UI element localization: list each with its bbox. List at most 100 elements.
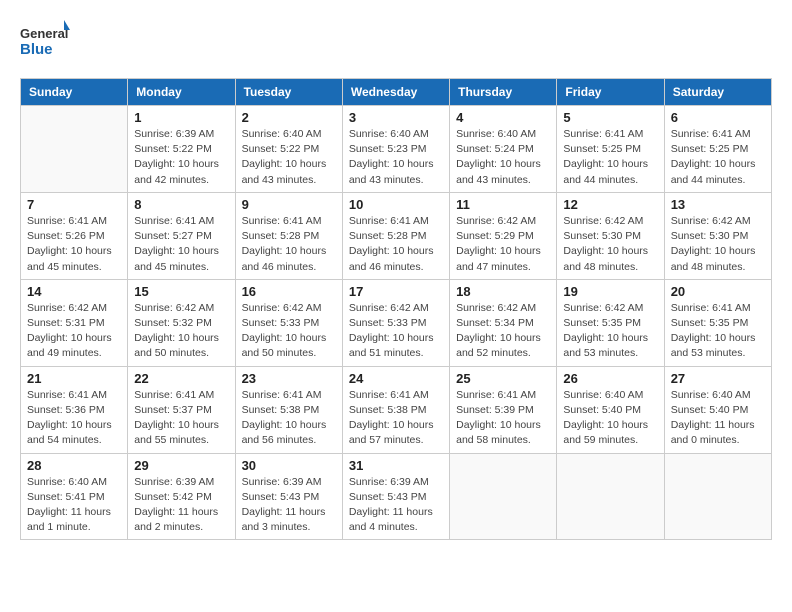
calendar-week-row: 21 Sunrise: 6:41 AMSunset: 5:36 PMDayligh… — [21, 366, 772, 453]
day-info: Sunrise: 6:42 AMSunset: 5:30 PMDaylight:… — [563, 214, 657, 275]
calendar-cell: 31 Sunrise: 6:39 AMSunset: 5:43 PMDayligh… — [342, 453, 449, 540]
calendar-cell: 11Sunrise: 6:42 AMSunset: 5:29 PMDayligh… — [450, 192, 557, 279]
day-info: Sunrise: 6:42 AMSunset: 5:30 PMDaylight:… — [671, 214, 765, 275]
calendar-cell — [21, 106, 128, 193]
calendar-cell: 30 Sunrise: 6:39 AMSunset: 5:43 PMDayligh… — [235, 453, 342, 540]
day-info: Sunrise: 6:42 AMSunset: 5:33 PMDaylight:… — [349, 301, 443, 362]
page-header: General Blue — [20, 20, 772, 62]
day-number: 8 — [134, 197, 228, 212]
svg-text:General: General — [20, 26, 68, 41]
column-header-sunday: Sunday — [21, 79, 128, 106]
day-info: Sunrise: 6:42 AMSunset: 5:32 PMDaylight:… — [134, 301, 228, 362]
day-number: 25 — [456, 371, 550, 386]
calendar-cell — [450, 453, 557, 540]
day-info: Sunrise: 6:40 AMSunset: 5:22 PMDaylight:… — [242, 127, 336, 188]
column-header-monday: Monday — [128, 79, 235, 106]
calendar-table: SundayMondayTuesdayWednesdayThursdayFrid… — [20, 78, 772, 540]
calendar-cell: 20Sunrise: 6:41 AMSunset: 5:35 PMDayligh… — [664, 279, 771, 366]
calendar-cell: 5 Sunrise: 6:41 AMSunset: 5:25 PMDaylight… — [557, 106, 664, 193]
calendar-cell: 25 Sunrise: 6:41 AMSunset: 5:39 PMDayligh… — [450, 366, 557, 453]
column-header-tuesday: Tuesday — [235, 79, 342, 106]
day-number: 29 — [134, 458, 228, 473]
day-info: Sunrise: 6:41 AMSunset: 5:25 PMDaylight:… — [563, 127, 657, 188]
column-header-wednesday: Wednesday — [342, 79, 449, 106]
day-info: Sunrise: 6:41 AMSunset: 5:28 PMDaylight:… — [242, 214, 336, 275]
day-number: 17 — [349, 284, 443, 299]
calendar-cell: 10 Sunrise: 6:41 AMSunset: 5:28 PMDayligh… — [342, 192, 449, 279]
day-number: 7 — [27, 197, 121, 212]
day-number: 28 — [27, 458, 121, 473]
calendar-week-row: 7Sunrise: 6:41 AMSunset: 5:26 PMDaylight… — [21, 192, 772, 279]
day-info: Sunrise: 6:40 AMSunset: 5:40 PMDaylight:… — [671, 388, 765, 449]
day-info: Sunrise: 6:41 AMSunset: 5:28 PMDaylight:… — [349, 214, 443, 275]
calendar-cell: 13 Sunrise: 6:42 AMSunset: 5:30 PMDayligh… — [664, 192, 771, 279]
svg-text:Blue: Blue — [20, 41, 53, 58]
day-info: Sunrise: 6:41 AMSunset: 5:37 PMDaylight:… — [134, 388, 228, 449]
day-info: Sunrise: 6:42 AMSunset: 5:31 PMDaylight:… — [27, 301, 121, 362]
calendar-cell: 27Sunrise: 6:40 AMSunset: 5:40 PMDayligh… — [664, 366, 771, 453]
day-info: Sunrise: 6:42 AMSunset: 5:34 PMDaylight:… — [456, 301, 550, 362]
calendar-week-row: 1 Sunrise: 6:39 AMSunset: 5:22 PMDaylight… — [21, 106, 772, 193]
calendar-cell: 8 Sunrise: 6:41 AMSunset: 5:27 PMDaylight… — [128, 192, 235, 279]
day-number: 22 — [134, 371, 228, 386]
calendar-cell: 24 Sunrise: 6:41 AMSunset: 5:38 PMDayligh… — [342, 366, 449, 453]
calendar-cell — [664, 453, 771, 540]
day-info: Sunrise: 6:41 AMSunset: 5:25 PMDaylight:… — [671, 127, 765, 188]
day-number: 26 — [563, 371, 657, 386]
day-info: Sunrise: 6:39 AMSunset: 5:42 PMDaylight:… — [134, 475, 228, 536]
calendar-cell: 16 Sunrise: 6:42 AMSunset: 5:33 PMDayligh… — [235, 279, 342, 366]
day-info: Sunrise: 6:41 AMSunset: 5:38 PMDaylight:… — [242, 388, 336, 449]
day-info: Sunrise: 6:40 AMSunset: 5:24 PMDaylight:… — [456, 127, 550, 188]
day-number: 21 — [27, 371, 121, 386]
calendar-cell: 18Sunrise: 6:42 AMSunset: 5:34 PMDayligh… — [450, 279, 557, 366]
day-info: Sunrise: 6:42 AMSunset: 5:29 PMDaylight:… — [456, 214, 550, 275]
day-number: 16 — [242, 284, 336, 299]
calendar-cell: 21 Sunrise: 6:41 AMSunset: 5:36 PMDayligh… — [21, 366, 128, 453]
calendar-cell: 3 Sunrise: 6:40 AMSunset: 5:23 PMDaylight… — [342, 106, 449, 193]
day-number: 2 — [242, 110, 336, 125]
day-info: Sunrise: 6:39 AMSunset: 5:43 PMDaylight:… — [349, 475, 443, 536]
day-info: Sunrise: 6:41 AMSunset: 5:36 PMDaylight:… — [27, 388, 121, 449]
day-info: Sunrise: 6:42 AMSunset: 5:35 PMDaylight:… — [563, 301, 657, 362]
day-number: 5 — [563, 110, 657, 125]
calendar-cell: 26 Sunrise: 6:40 AMSunset: 5:40 PMDayligh… — [557, 366, 664, 453]
day-info: Sunrise: 6:42 AMSunset: 5:33 PMDaylight:… — [242, 301, 336, 362]
calendar-cell: 29 Sunrise: 6:39 AMSunset: 5:42 PMDayligh… — [128, 453, 235, 540]
day-number: 15 — [134, 284, 228, 299]
column-header-saturday: Saturday — [664, 79, 771, 106]
day-number: 4 — [456, 110, 550, 125]
calendar-cell: 12 Sunrise: 6:42 AMSunset: 5:30 PMDayligh… — [557, 192, 664, 279]
day-number: 3 — [349, 110, 443, 125]
day-info: Sunrise: 6:39 AMSunset: 5:22 PMDaylight:… — [134, 127, 228, 188]
day-number: 30 — [242, 458, 336, 473]
day-number: 20 — [671, 284, 765, 299]
day-number: 31 — [349, 458, 443, 473]
day-number: 24 — [349, 371, 443, 386]
day-info: Sunrise: 6:39 AMSunset: 5:43 PMDaylight:… — [242, 475, 336, 536]
day-number: 13 — [671, 197, 765, 212]
calendar-cell: 14Sunrise: 6:42 AMSunset: 5:31 PMDayligh… — [21, 279, 128, 366]
calendar-cell: 6 Sunrise: 6:41 AMSunset: 5:25 PMDaylight… — [664, 106, 771, 193]
calendar-cell: 15 Sunrise: 6:42 AMSunset: 5:32 PMDayligh… — [128, 279, 235, 366]
calendar-cell: 19Sunrise: 6:42 AMSunset: 5:35 PMDayligh… — [557, 279, 664, 366]
column-header-friday: Friday — [557, 79, 664, 106]
day-info: Sunrise: 6:40 AMSunset: 5:40 PMDaylight:… — [563, 388, 657, 449]
day-number: 10 — [349, 197, 443, 212]
logo-svg: General Blue — [20, 20, 70, 62]
calendar-cell: 23Sunrise: 6:41 AMSunset: 5:38 PMDayligh… — [235, 366, 342, 453]
calendar-cell: 9Sunrise: 6:41 AMSunset: 5:28 PMDaylight… — [235, 192, 342, 279]
calendar-header-row: SundayMondayTuesdayWednesdayThursdayFrid… — [21, 79, 772, 106]
day-number: 1 — [134, 110, 228, 125]
day-info: Sunrise: 6:41 AMSunset: 5:27 PMDaylight:… — [134, 214, 228, 275]
calendar-cell: 1 Sunrise: 6:39 AMSunset: 5:22 PMDaylight… — [128, 106, 235, 193]
calendar-week-row: 28Sunrise: 6:40 AMSunset: 5:41 PMDayligh… — [21, 453, 772, 540]
day-info: Sunrise: 6:40 AMSunset: 5:23 PMDaylight:… — [349, 127, 443, 188]
column-header-thursday: Thursday — [450, 79, 557, 106]
day-info: Sunrise: 6:41 AMSunset: 5:38 PMDaylight:… — [349, 388, 443, 449]
day-info: Sunrise: 6:41 AMSunset: 5:39 PMDaylight:… — [456, 388, 550, 449]
day-number: 12 — [563, 197, 657, 212]
day-number: 6 — [671, 110, 765, 125]
calendar-cell: 28Sunrise: 6:40 AMSunset: 5:41 PMDayligh… — [21, 453, 128, 540]
logo: General Blue — [20, 20, 70, 62]
calendar-cell: 17 Sunrise: 6:42 AMSunset: 5:33 PMDayligh… — [342, 279, 449, 366]
